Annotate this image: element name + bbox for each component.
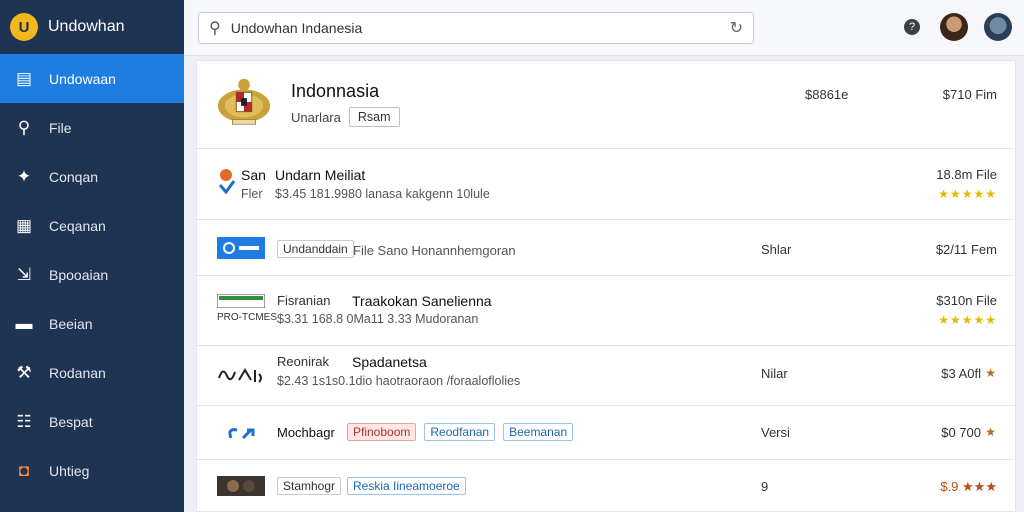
sidebar-item-bespat[interactable]: ☷ Bespat (0, 397, 184, 446)
layout-icon: ▦ (15, 215, 33, 235)
thumbnail-image (217, 476, 265, 496)
hero-title: Indonnasia (291, 81, 380, 101)
tools-icon: ⚒ (16, 362, 32, 382)
row-tags: Pfinoboom Reodfanan Beemanan (347, 423, 574, 441)
list-item[interactable]: Reonirak Spadanetsa $2.43 1s1s0.1dio hao… (197, 346, 1015, 406)
location-pin-icon (218, 169, 236, 195)
brand-logo-icon: U (10, 13, 38, 41)
row-price: $2/11 Fem (935, 242, 997, 257)
row-tag-wrap: Undanddain (277, 240, 354, 258)
list-item[interactable]: Mochbagr Pfinoboom Reodfanan Beemanan Ve… (197, 406, 1015, 460)
sidebar-item-bpooaian[interactable]: ⇲ Bpooaian (0, 250, 184, 299)
results-list: Indonnasia Unarlara Rsam $8861e $710 Fim… (196, 60, 1016, 512)
script-logo-icon (218, 368, 262, 383)
hero-price: $710 Fim (942, 87, 997, 102)
row-mid: Shlar (761, 242, 792, 257)
row-description: $3.31 168.8 0Ma11 3.33 Mudoranan (277, 312, 479, 326)
row-tag[interactable]: Stamhogr (277, 477, 342, 495)
search-icon: ⚲ (209, 20, 221, 37)
row-description: $3.45 181.9980 lanasa kakgenn 10lule (275, 187, 490, 201)
sidebar-item-ceqanan[interactable]: ▦ Ceqanan (0, 201, 184, 250)
sidebar-item-uhtieg[interactable]: ◘ Uhtieg (0, 446, 184, 495)
sidebar: U Undowhan ▤ Undowaan ⚲ File ✦ Conqan ▦ Ceqanan… (0, 0, 184, 512)
row-tag[interactable]: Undanddain (277, 240, 354, 258)
row-tag[interactable]: Pfinoboom (347, 423, 417, 441)
export-icon: ⇲ (16, 264, 32, 284)
sidebar-item-undowaan[interactable]: ▤ Undowaan (0, 54, 184, 103)
row-title[interactable]: Undarn Meiliat (275, 167, 365, 183)
row-tag[interactable]: Reskia Iineamoeroe (347, 477, 466, 495)
garuda-emblem-icon (217, 78, 271, 125)
hero-row[interactable]: Indonnasia Unarlara Rsam $8861e $710 Fim (197, 61, 1015, 149)
sidebar-item-label: Conqan (49, 168, 99, 185)
star-rating: ★ (985, 366, 997, 380)
puzzle-icon: ✦ (16, 166, 32, 186)
search-box[interactable]: ⚲ ↻ (198, 12, 754, 44)
refresh-icon[interactable]: ↻ (730, 18, 743, 38)
hero-mid: $8861e (805, 87, 849, 102)
row-tag-wrap: Stamhogr (277, 477, 342, 495)
row-mid: Nilar (761, 366, 788, 381)
sidebar-item-label: Beeian (49, 315, 93, 332)
row-tag[interactable]: Beemanan (503, 423, 574, 441)
topbar: ⚲ ↻ ? (184, 0, 1024, 56)
brand[interactable]: U Undowhan (0, 0, 184, 54)
hero-subtitle: Unarlara (291, 109, 341, 125)
app-icon: ◘ (18, 460, 30, 480)
grid-icon: ☷ (16, 411, 32, 431)
avatar[interactable] (984, 13, 1012, 41)
thumbnail-image (217, 294, 265, 308)
row-tag-wrap: Reskia Iineamoeroe (347, 477, 466, 495)
thumbnail-caption: PRO-TCMES (217, 312, 277, 323)
row-title[interactable]: Spadanetsa (352, 354, 427, 370)
folder-icon: ▬ (15, 313, 33, 333)
sidebar-item-label: Ceqanan (49, 217, 106, 234)
document-icon: ▤ (15, 68, 33, 88)
hero-button[interactable]: Rsam (348, 107, 400, 127)
swoosh-logo-icon (228, 428, 255, 440)
sidebar-item-file[interactable]: ⚲ File (0, 103, 184, 152)
list-item[interactable]: Undanddain File Sano Honannhemgoran Shla… (197, 220, 1015, 276)
row-description: $2.43 1s1s0.1dio haotraoraon /foraaloflo… (277, 374, 521, 388)
avatar[interactable] (940, 13, 968, 41)
row-price: $310n File (936, 293, 997, 308)
search-icon: ⚲ (17, 117, 31, 137)
star-rating: ★ (985, 425, 997, 439)
sidebar-item-label: Bpooaian (49, 266, 109, 283)
list-item[interactable]: PRO-TCMES Fisranian Traakokan Sanelienna… (197, 276, 1015, 346)
row-tag[interactable]: Reodfanan (424, 423, 496, 441)
sidebar-item-label: Uhtieg (49, 462, 90, 479)
row-title[interactable]: Mochbagr (277, 425, 335, 440)
row-mid: 9 (761, 479, 769, 494)
list-item[interactable]: San Undarn Meiliat Fler $3.45 181.9980 l… (197, 149, 1015, 220)
row-label: Reonirak (277, 354, 330, 369)
sidebar-item-label: Undowaan (49, 70, 116, 87)
sidebar-item-label: File (49, 119, 72, 136)
hero-subtitle-line: Unarlara Rsam (291, 107, 400, 127)
row-sub-label: Fler (241, 187, 263, 201)
sidebar-item-conqan[interactable]: ✦ Conqan (0, 152, 184, 201)
brand-logo-icon (217, 237, 265, 259)
search-input[interactable] (230, 20, 720, 36)
sidebar-item-label: Rodanan (49, 364, 106, 381)
sidebar-item-label: Bespat (49, 413, 93, 430)
row-price: $.9 ★★★ (940, 479, 997, 494)
list-item[interactable]: Stamhogr Reskia Iineamoeroe 9 $.9 ★★★ (197, 460, 1015, 512)
star-rating: ★★★★★ (938, 313, 997, 327)
app-title: Undowhan (48, 18, 125, 35)
row-label: San (241, 167, 266, 183)
star-rating: ★★★★★ (938, 187, 997, 201)
row-title[interactable]: Traakokan Sanelienna (352, 293, 492, 309)
row-label: Fisranian (277, 293, 331, 308)
sidebar-item-beeian[interactable]: ▬ Beeian (0, 299, 184, 348)
row-price: $0 700 (941, 425, 981, 440)
row-mid: Versi (761, 425, 790, 440)
sidebar-item-rodanan[interactable]: ⚒ Rodanan (0, 348, 184, 397)
row-link[interactable]: File Sano Honannhemgoran (353, 243, 516, 258)
help-icon[interactable]: ? (904, 19, 920, 35)
row-price: $3 A0fl (941, 366, 981, 381)
row-price: 18.8m File (936, 167, 997, 182)
